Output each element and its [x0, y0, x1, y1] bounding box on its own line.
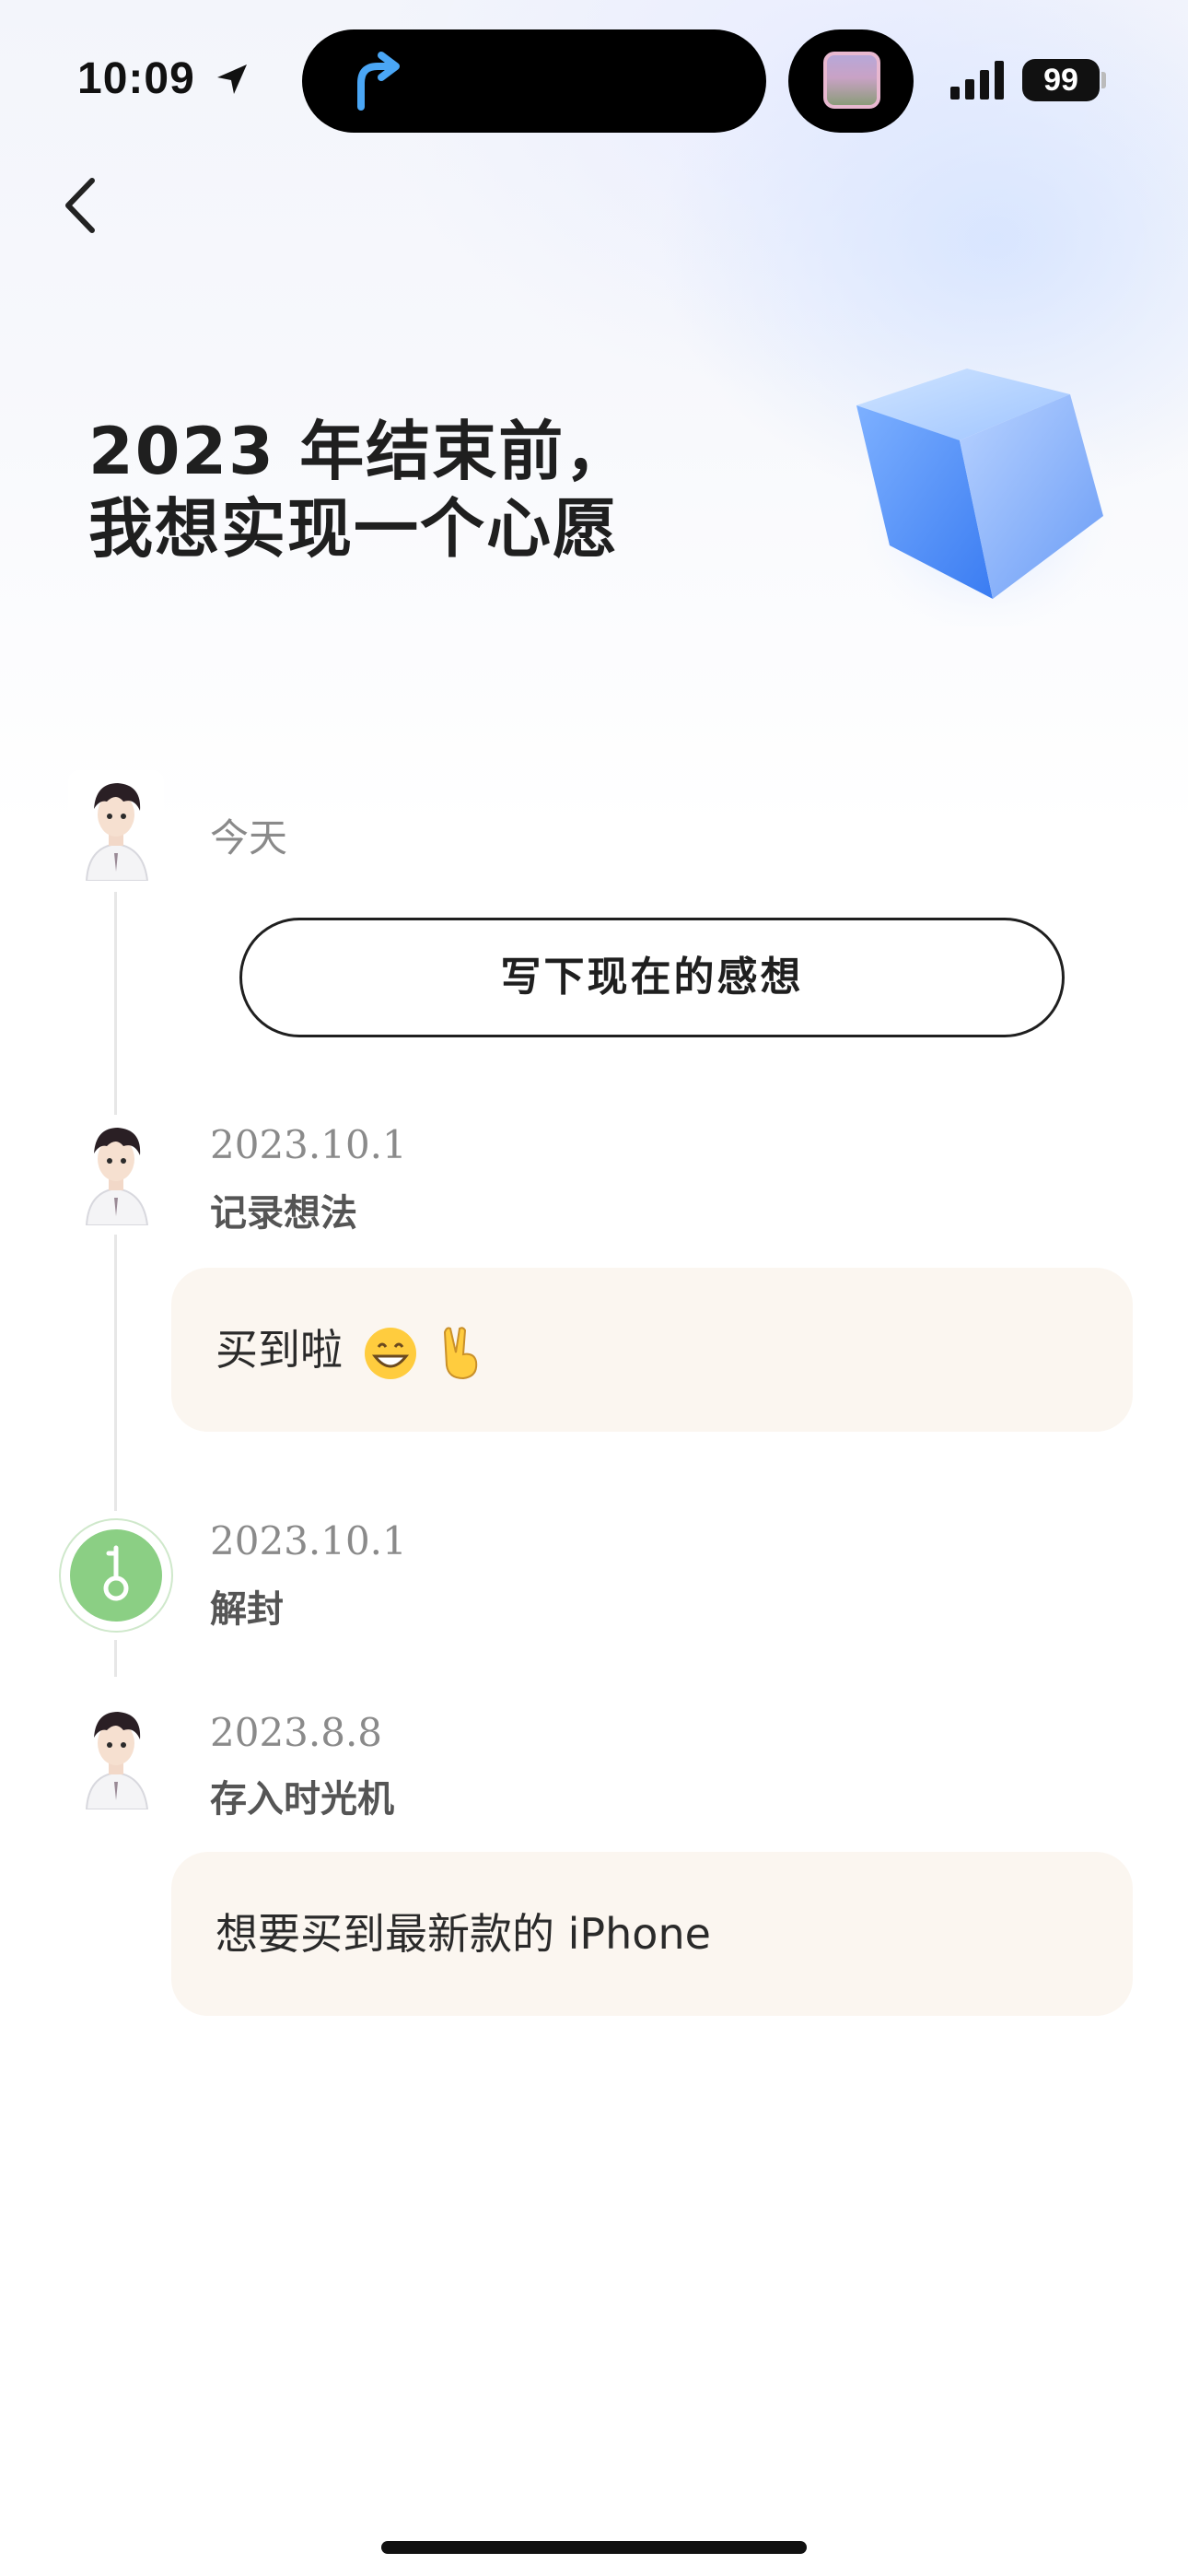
entry-type: 记录想法 — [210, 1192, 357, 1235]
entry-content-text: 买到啦 — [215, 1325, 343, 1375]
entry-date: 2023.10.1 — [210, 1518, 407, 1563]
battery-icon: 99 — [1022, 59, 1100, 101]
entry-type: 解封 — [210, 1588, 284, 1631]
camera-thumbnail — [823, 52, 880, 109]
title-line-1: 2023 年结束前， — [88, 414, 632, 489]
signal-icon — [950, 61, 1004, 100]
entry-content-card: 买到啦 — [171, 1268, 1133, 1432]
title-line-2: 我想实现一个心愿 — [88, 491, 619, 567]
timeline-connector — [114, 1235, 117, 1511]
timeline-connector — [114, 892, 117, 1122]
entry-content-card: 想要买到最新款的 iPhone — [171, 1852, 1133, 2016]
today-label: 今天 — [210, 815, 288, 861]
status-time: 10:09 — [77, 54, 195, 103]
location-arrow-icon — [217, 64, 247, 94]
battery-tip — [1101, 72, 1106, 88]
timeline-connector — [114, 1640, 117, 1677]
grinning-face-icon — [364, 1327, 416, 1379]
glass-cube-icon — [838, 369, 1124, 626]
write-thoughts-button[interactable]: 写下现在的感想 — [239, 918, 1065, 1037]
entry-date: 2023.8.8 — [210, 1710, 383, 1755]
entry-date: 2023.10.1 — [210, 1122, 407, 1167]
avatar — [68, 1699, 164, 1809]
victory-hand-icon — [444, 1326, 478, 1379]
navigation-arrow-icon — [357, 52, 400, 111]
entry-content-text: 想要买到最新款的 iPhone — [215, 1909, 711, 1959]
avatar — [68, 1115, 164, 1225]
home-indicator[interactable] — [381, 2541, 807, 2554]
page-title: 2023 年结束前， 我想实现一个心愿 — [88, 413, 631, 568]
avatar — [68, 770, 164, 881]
key-icon — [103, 1545, 129, 1601]
chevron-left-icon[interactable] — [57, 173, 103, 238]
entry-type: 存入时光机 — [210, 1778, 394, 1821]
